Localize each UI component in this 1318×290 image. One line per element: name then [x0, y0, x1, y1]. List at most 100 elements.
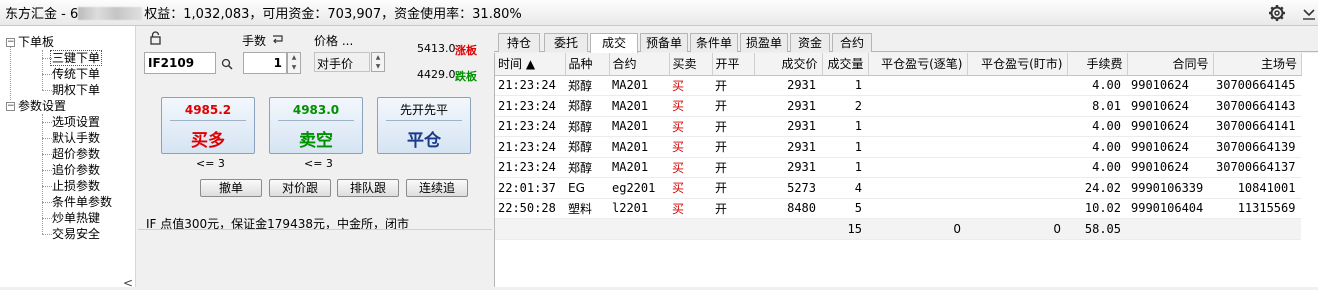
table-row[interactable]: 21:23:24 郑醇 MA201 买开 2931 1 4.00 99010624 307006…: [495, 75, 1302, 96]
cell-open-close: 开: [712, 75, 754, 96]
close-position-button[interactable]: 先开先平 平仓: [377, 97, 471, 154]
cell-product: 郑醇: [565, 157, 609, 178]
collapse-toggle-icon[interactable]: −: [6, 38, 15, 47]
cell-fee: 4.00: [1067, 157, 1127, 178]
col-time[interactable]: 时间 ▲: [495, 53, 566, 76]
cell-contract-no: 9990106404: [1127, 198, 1213, 219]
buy-long-button[interactable]: 4985.2 买多: [161, 97, 255, 154]
follow-counter-price-button[interactable]: 对价跟: [269, 179, 331, 197]
buy-limit-note: <= 3: [196, 157, 225, 170]
tree-item-option-order[interactable]: 期权下单: [52, 82, 100, 98]
follow-queue-price-button[interactable]: 排队跟: [337, 179, 399, 197]
return-icon[interactable]: [271, 34, 284, 45]
col-exchange-no[interactable]: 主场号: [1213, 53, 1302, 76]
table-row[interactable]: 21:23:24 郑醇 MA201 买开 2931 1 4.00 99010624 307006…: [495, 136, 1302, 158]
cell-direction: 买: [669, 116, 712, 137]
col-fee[interactable]: 手续费: [1067, 53, 1128, 76]
cell-fee: 8.01: [1067, 95, 1127, 117]
cell-pnl-per-trade: [868, 75, 967, 96]
tab-positions[interactable]: 持仓: [498, 33, 540, 52]
tree-item-conditional-order[interactable]: 条件单参数: [52, 194, 112, 210]
col-price[interactable]: 成交价: [754, 53, 823, 76]
col-product[interactable]: 品种: [565, 53, 610, 76]
col-volume[interactable]: 成交量: [822, 53, 869, 76]
col-pnl-mark-to-market[interactable]: 平仓盈亏(盯市): [967, 53, 1068, 76]
search-icon[interactable]: [221, 58, 233, 70]
chevron-down-icon[interactable]: [1302, 5, 1316, 21]
tree-item-security[interactable]: 交易安全: [52, 226, 100, 242]
cancel-order-button[interactable]: 撤单: [200, 179, 262, 197]
col-direction[interactable]: 买卖: [669, 53, 713, 76]
table-row[interactable]: 21:23:24 郑醇 MA201 买开 2931 2 8.01 99010624 307006…: [495, 95, 1302, 117]
sell-short-button[interactable]: 4983.0 卖空: [269, 97, 363, 154]
cell-time: 21:23:24: [495, 136, 565, 158]
cell-product: [565, 218, 609, 240]
price-label[interactable]: 价格 ...: [314, 32, 353, 49]
tab-funds[interactable]: 资金: [790, 33, 830, 52]
cell-price: [754, 218, 822, 240]
continuous-chase-button[interactable]: 连续追: [406, 179, 468, 197]
tree-item-hotkeys[interactable]: 炒单热键: [52, 210, 100, 226]
gear-icon[interactable]: [1268, 4, 1286, 22]
cell-exchange-no: 30700664139: [1213, 136, 1302, 158]
tab-contracts[interactable]: 合约: [832, 33, 872, 52]
collapse-toggle-icon[interactable]: −: [6, 102, 15, 111]
tree-item-three-key-order[interactable]: 三键下单: [50, 50, 103, 66]
tab-orders[interactable]: 委托: [544, 33, 588, 52]
tree-item-options[interactable]: 选项设置: [52, 114, 100, 130]
price-mode-field[interactable]: 对手价: [314, 52, 370, 72]
cell-time: 22:50:28: [495, 198, 565, 219]
qty-input[interactable]: 1: [243, 52, 287, 74]
cell-price: 2931: [754, 75, 822, 96]
cell-fee: 4.00: [1067, 136, 1127, 158]
table-row[interactable]: 21:23:24 郑醇 MA201 买开 2931 1 4.00 99010624 307006…: [495, 157, 1302, 178]
price-mode-value: 对手价: [317, 57, 354, 71]
cell-open-close: 开: [712, 136, 754, 158]
tree-item-overprice[interactable]: 超价参数: [52, 146, 100, 162]
cell-time: 21:23:24: [495, 75, 565, 96]
tree-item-default-qty[interactable]: 默认手数: [52, 130, 100, 146]
close-mode: 先开先平: [399, 103, 448, 117]
lock-icon[interactable]: [150, 31, 161, 45]
cell-contract-no: 99010624: [1127, 157, 1213, 178]
tree-item-stop-loss[interactable]: 止损参数: [52, 178, 100, 194]
tree-item-chase-price[interactable]: 追价参数: [52, 162, 100, 178]
table-row[interactable]: 21:23:24 郑醇 MA201 买开 2931 1 4.00 99010624 307006…: [495, 116, 1302, 137]
contract-input[interactable]: IF2109: [144, 52, 216, 74]
cell-product: 郑醇: [565, 95, 609, 117]
cell-contract: l2201: [609, 198, 669, 219]
col-contract-no[interactable]: 合同号: [1127, 53, 1214, 76]
cell-pnl-mtm: [967, 136, 1067, 158]
price-stepper[interactable]: ▲ ▼: [371, 52, 385, 72]
buy-price: 4985.2: [184, 103, 232, 117]
cell-time: 21:23:24: [495, 116, 565, 137]
tab-stop-profit-orders[interactable]: 损盈单: [740, 33, 788, 52]
sell-label: 卖空: [299, 131, 333, 151]
tree-item-traditional-order[interactable]: 传统下单: [52, 66, 100, 82]
tab-conditional-orders[interactable]: 条件单: [690, 33, 738, 52]
summary-row[interactable]: 15 0 0 58.05: [495, 218, 1302, 240]
cell-direction: 买: [669, 136, 712, 158]
table-row[interactable]: 22:50:28 塑料 l2201 买开 8480 5 10.02 9990106404 113…: [495, 198, 1302, 219]
cell-direction: 买: [669, 157, 712, 178]
cell-pnl-per-trade: [868, 177, 967, 199]
scroll-left-button[interactable]: <: [121, 276, 135, 290]
tree-group-order-panel[interactable]: 下单板: [18, 34, 54, 50]
tab-prepared-orders[interactable]: 预备单: [640, 33, 688, 52]
tree-group-parameter-settings[interactable]: 参数设置: [18, 98, 66, 114]
qty-stepper[interactable]: ▲ ▼: [287, 52, 301, 74]
table-row[interactable]: 22:01:37 EG eg2201 买开 5273 4 24.02 9990106339 10…: [495, 177, 1302, 199]
cell-contract-no: 99010624: [1127, 116, 1213, 137]
cell-fee: 58.05: [1067, 218, 1127, 240]
sell-price: 4983.0: [292, 103, 340, 117]
tab-trades[interactable]: 成交: [590, 33, 638, 53]
cell-contract-no: 99010624: [1127, 95, 1213, 117]
limit-up-label: 涨板: [455, 44, 477, 57]
col-pnl-per-trade[interactable]: 平仓盈亏(逐笔): [868, 53, 968, 76]
grid-header: 时间 ▲ 品种 合约 买卖 开平 成交价 成交量 平仓盈亏(逐笔) 平仓盈亏(盯…: [495, 53, 1302, 76]
masked-account-number: [78, 7, 143, 20]
col-contract[interactable]: 合约: [609, 53, 670, 76]
cell-pnl-mtm: [967, 198, 1067, 219]
col-open-close[interactable]: 开平: [712, 53, 755, 76]
cell-pnl-mtm: [967, 75, 1067, 96]
